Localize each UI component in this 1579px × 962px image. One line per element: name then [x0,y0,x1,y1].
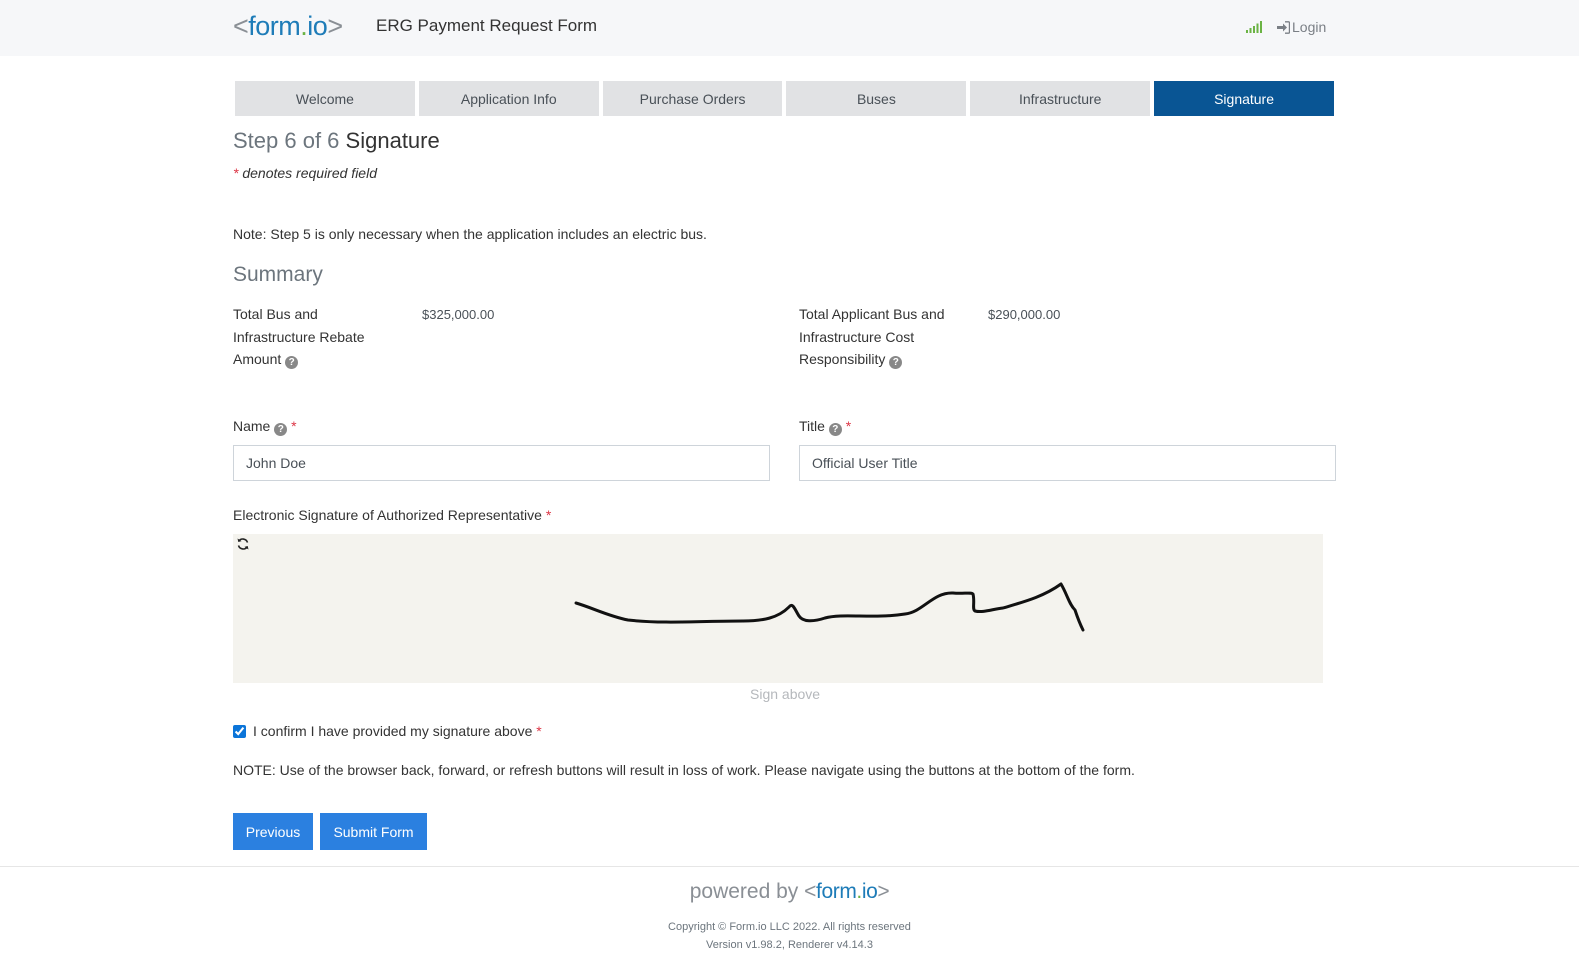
title-label-text: Title [799,418,825,434]
question-circle-icon[interactable]: ? [889,356,903,369]
name-label: Name ? * [233,418,297,436]
login-label: Login [1292,19,1327,35]
name-label-text: Name [233,418,271,434]
step5-note: Note: Step 5 is only necessary when the … [233,226,707,242]
required-field-note: * denotes required field [233,165,377,181]
previous-button[interactable]: Previous [233,813,313,850]
confirm-signature-checkbox[interactable] [233,725,246,738]
top-navbar: <form.io> ERG Payment Request Form Login [0,0,1579,56]
formio-footer-logo[interactable]: <form.io> [804,880,890,903]
footer-divider [0,866,1579,867]
sign-above-hint: Sign above [750,686,821,702]
step-title: Step 6 of 6 Signature [233,128,440,154]
powered-by-text: powered by [689,880,799,903]
name-field[interactable] [233,445,770,481]
title-field[interactable] [799,445,1336,481]
submit-form-button[interactable]: Submit Form [320,813,427,850]
confirm-signature-label[interactable]: I confirm I have provided my signature a… [253,723,542,739]
question-circle-icon[interactable]: ? [274,423,288,436]
refresh-icon[interactable] [236,537,250,551]
required-note-text: denotes required field [242,165,377,181]
tab-buses[interactable]: Buses [786,81,967,116]
version-text: Version v1.98.2, Renderer v4.14.3 [706,939,873,951]
step-counter: Step 6 of 6 [233,128,340,153]
rebate-amount-value: $325,000.00 [422,307,495,322]
required-star: * [536,723,542,739]
rebate-amount-label: Total Bus and Infrastructure Rebate Amou… [233,303,393,371]
summary-heading: Summary [233,263,323,286]
cost-responsibility-value: $290,000.00 [988,307,1061,322]
tab-purchase-orders[interactable]: Purchase Orders [602,81,783,116]
login-link[interactable]: Login [1277,19,1326,35]
cost-responsibility-label: Total Applicant Bus and Infrastructure C… [799,303,959,371]
step-name: Signature [345,128,440,153]
required-star: * [545,507,552,523]
connection-signal-icon [1246,21,1262,33]
required-star: * [845,418,852,434]
signature-stroke [574,582,1085,632]
signature-label-text: Electronic Signature of Authorized Repre… [233,507,542,523]
title-label: Title ? * [799,418,851,436]
required-star: * [233,165,239,181]
tab-application-info[interactable]: Application Info [418,81,599,116]
tab-infrastructure[interactable]: Infrastructure [970,81,1151,116]
required-star: * [291,418,297,434]
tab-signature[interactable]: Signature [1154,81,1334,116]
confirm-signature-text: I confirm I have provided my signature a… [253,723,533,739]
copyright-text: Copyright © Form.io LLC 2022. All rights… [668,921,911,933]
sign-in-icon [1277,21,1291,34]
navigation-warning: NOTE: Use of the browser back, forward, … [233,762,1135,778]
question-circle-icon[interactable]: ? [285,356,299,369]
formio-logo[interactable]: <form.io> [233,10,343,42]
tab-welcome[interactable]: Welcome [235,81,415,116]
cost-responsibility-label-text: Total Applicant Bus and Infrastructure C… [799,306,945,367]
app-title: ERG Payment Request Form [376,16,598,35]
question-circle-icon[interactable]: ? [828,423,842,436]
wizard-tabs: Welcome Application Info Purchase Orders… [235,81,1334,116]
signature-label: Electronic Signature of Authorized Repre… [233,507,551,523]
powered-by: powered by <form.io> [0,880,1579,904]
rebate-amount-label-text: Total Bus and Infrastructure Rebate Amou… [233,306,365,367]
